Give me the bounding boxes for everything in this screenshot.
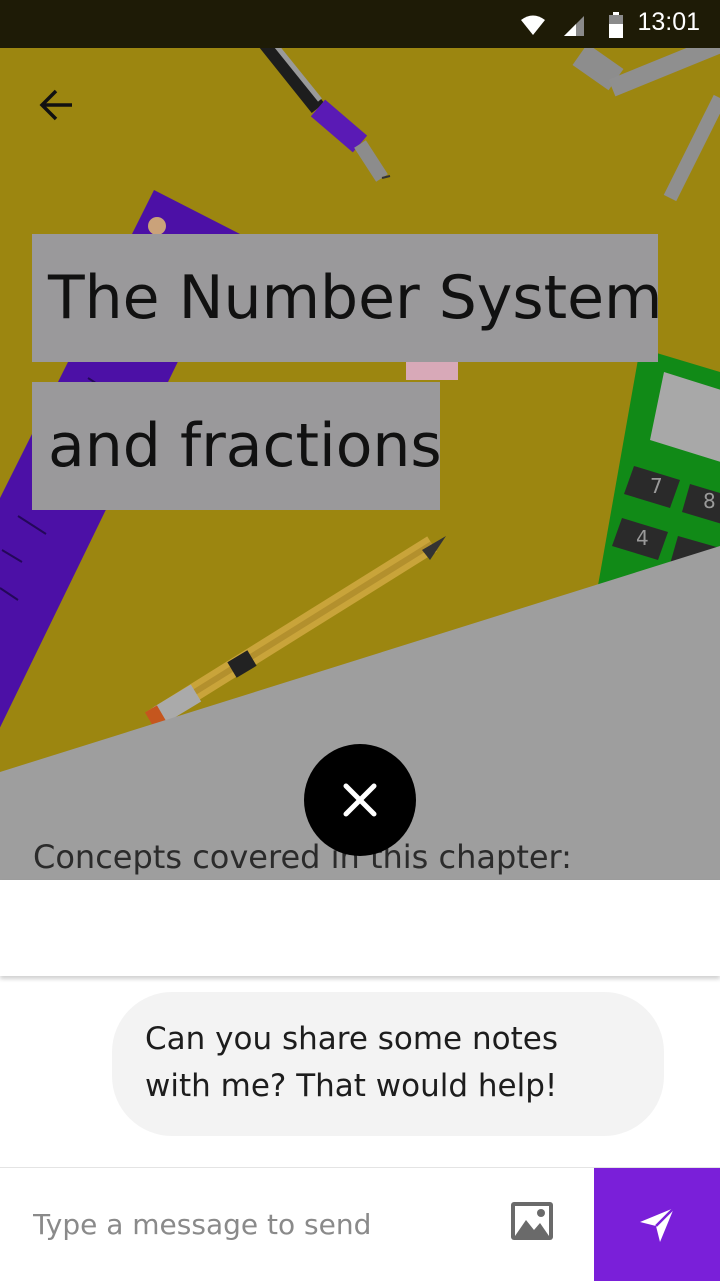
battery-icon [609, 12, 623, 38]
card-footer-strip [0, 880, 720, 976]
message-composer [0, 1167, 720, 1281]
arrow-left-icon [39, 89, 72, 121]
close-button[interactable] [304, 744, 416, 856]
send-button[interactable] [594, 1168, 720, 1281]
status-bar: 13:01 [0, 0, 720, 48]
svg-text:7: 7 [650, 474, 663, 498]
send-icon [640, 1206, 675, 1242]
svg-text:8: 8 [703, 489, 716, 513]
chapter-title-line-2: and fractions [32, 382, 442, 510]
user-message-bubble: Can you share some notes with me? That w… [112, 992, 664, 1136]
status-time: 13:01 [637, 8, 700, 36]
chapter-title-line-1: The Number System [32, 234, 663, 362]
concepts-label: Concepts covered in this chapter: [33, 838, 572, 876]
back-button[interactable] [22, 80, 90, 130]
message-input[interactable] [0, 1168, 500, 1280]
close-icon [343, 783, 377, 817]
wifi-icon [521, 15, 545, 35]
signal-icon [564, 16, 584, 36]
image-icon [511, 1202, 553, 1240]
attach-image-button[interactable] [510, 1201, 562, 1247]
svg-text:4: 4 [636, 526, 649, 550]
